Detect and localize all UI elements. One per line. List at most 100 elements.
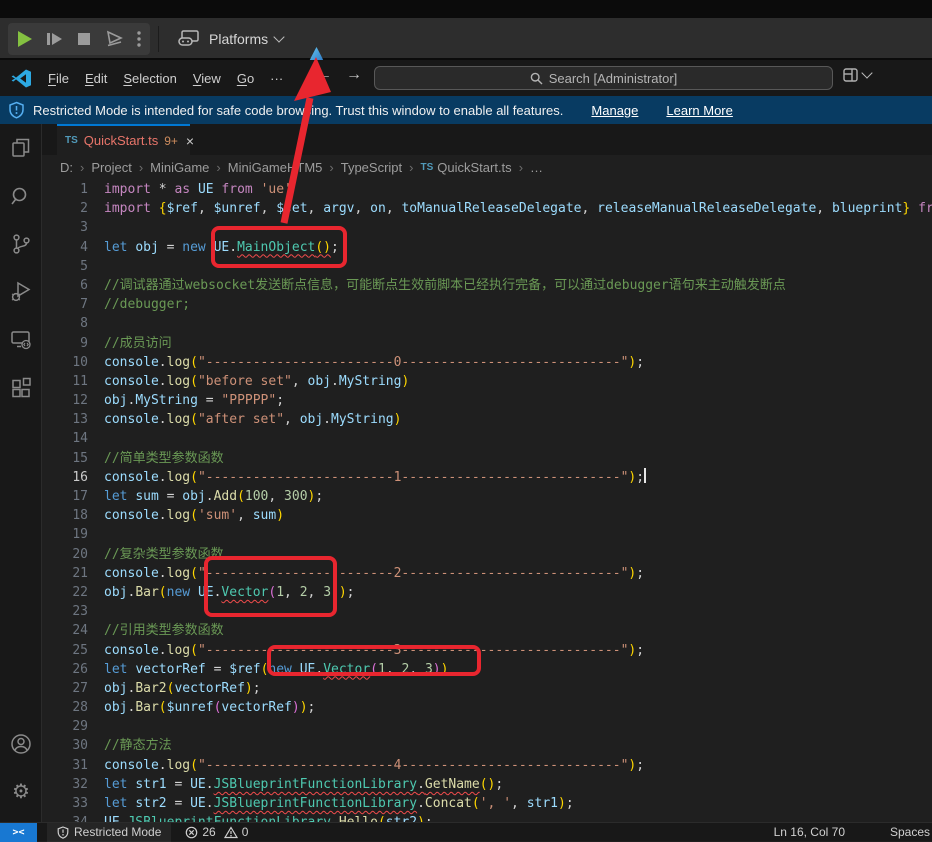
code-token: $unref bbox=[214, 201, 261, 216]
forward-arrow-icon[interactable]: → bbox=[346, 66, 362, 84]
code-editor[interactable]: 1import * as UE from 'ue'2import {$ref, … bbox=[42, 180, 932, 822]
menu-edit[interactable]: Edit bbox=[77, 67, 115, 90]
sidebar-item-remote-explorer[interactable] bbox=[0, 316, 42, 364]
remote-explorer-icon bbox=[9, 328, 33, 352]
line-col-indicator[interactable]: Ln 16, Col 70 bbox=[774, 825, 845, 839]
code-line-16: 16console.log("------------------------1… bbox=[42, 468, 932, 487]
code-token: //复杂类型参数函数 bbox=[104, 547, 224, 562]
tab-quickstart-ts[interactable]: TS QuickStart.ts 9+ × bbox=[57, 124, 190, 155]
code-token: //引用类型参数函数 bbox=[104, 623, 224, 638]
settings-button[interactable]: ⚙ bbox=[0, 768, 42, 816]
code-token: . bbox=[206, 777, 214, 792]
code-token: "------------------------4--------------… bbox=[198, 758, 628, 773]
code-token bbox=[253, 182, 261, 197]
code-token: 300 bbox=[284, 489, 307, 504]
launch-button[interactable] bbox=[104, 28, 124, 50]
breadcrumb-label: MiniGameHTM5 bbox=[228, 160, 323, 175]
sidebar-item-explorer[interactable] bbox=[0, 124, 42, 172]
code-line-27: 27obj.Bar2(vectorRef); bbox=[42, 679, 932, 698]
code-token: . bbox=[331, 815, 339, 822]
code-token: JSBlueprintFunctionLibrary bbox=[214, 796, 418, 811]
line-number: 26 bbox=[42, 660, 88, 679]
indentation-indicator[interactable]: Spaces bbox=[890, 825, 932, 839]
error-count: 26 bbox=[202, 825, 215, 839]
tab-problems-badge: 9+ bbox=[164, 134, 178, 148]
breadcrumb: D:›Project›MiniGame›MiniGameHTM5›TypeScr… bbox=[42, 155, 932, 180]
code-token: ) bbox=[558, 796, 566, 811]
code-token: "PPPPP" bbox=[221, 393, 276, 408]
command-search-input[interactable]: Search [Administrator] bbox=[374, 66, 833, 90]
problems-status[interactable]: 26 0 bbox=[185, 825, 248, 839]
code-token: //简单类型参数函数 bbox=[104, 451, 224, 466]
code-token: . bbox=[159, 470, 167, 485]
menu-selection[interactable]: Selection bbox=[115, 67, 184, 90]
platforms-label: Platforms bbox=[209, 31, 268, 47]
code-line-10: 10console.log("------------------------0… bbox=[42, 353, 932, 372]
code-token: , bbox=[198, 201, 214, 216]
restricted-mode-status[interactable]: Restricted Mode bbox=[47, 823, 171, 842]
breadcrumb-item-minigamehtm5[interactable]: MiniGameHTM5 bbox=[228, 160, 323, 175]
menu-[interactable]: ··· bbox=[262, 67, 291, 90]
code-line-32: 32let str1 = UE.JSBlueprintFunctionLibra… bbox=[42, 775, 932, 794]
breadcrumb-item-[interactable]: … bbox=[530, 160, 543, 175]
activity-bar: ⚙ bbox=[0, 124, 42, 822]
sidebar-item-search[interactable] bbox=[0, 172, 42, 220]
back-arrow-icon[interactable]: ← bbox=[316, 66, 332, 84]
more-options-button[interactable] bbox=[134, 28, 144, 50]
code-token: releaseManualReleaseDelegate bbox=[597, 201, 816, 216]
learn-more-link[interactable]: Learn More bbox=[666, 103, 732, 118]
code-token: ) bbox=[331, 585, 339, 600]
layout-customize-button[interactable] bbox=[843, 68, 871, 82]
breadcrumb-item-typescript[interactable]: TypeScript bbox=[341, 160, 402, 175]
code-token: ) bbox=[401, 374, 409, 389]
code-token: . bbox=[315, 662, 323, 677]
error-icon bbox=[185, 826, 198, 839]
code-token: . bbox=[159, 355, 167, 370]
manage-link[interactable]: Manage bbox=[591, 103, 638, 118]
remote-indicator[interactable]: >< bbox=[0, 823, 37, 842]
menu-go[interactable]: Go bbox=[229, 67, 262, 90]
code-token: "------------------------0--------------… bbox=[198, 355, 628, 370]
play-button[interactable] bbox=[14, 28, 34, 50]
breadcrumb-item-d[interactable]: D: bbox=[60, 160, 73, 175]
code-token: ( bbox=[190, 643, 198, 658]
grid-layout-icon bbox=[843, 68, 859, 82]
line-number: 13 bbox=[42, 410, 88, 429]
stop-button[interactable] bbox=[74, 28, 94, 50]
line-number: 11 bbox=[42, 372, 88, 391]
code-line-9: 9//成员访问 bbox=[42, 334, 932, 353]
code-line-25: 25console.log("------------------------3… bbox=[42, 641, 932, 660]
code-token: sum bbox=[135, 489, 158, 504]
shield-icon bbox=[57, 826, 69, 839]
code-token: , bbox=[816, 201, 832, 216]
code-token: $ref bbox=[229, 662, 260, 677]
accounts-button[interactable] bbox=[0, 720, 42, 768]
sidebar-item-source-control[interactable] bbox=[0, 220, 42, 268]
code-line-30: 30//静态方法 bbox=[42, 736, 932, 755]
sidebar-item-extensions[interactable] bbox=[0, 364, 42, 412]
skip-icon bbox=[44, 29, 64, 49]
code-token: argv bbox=[323, 201, 354, 216]
ue-play-controls bbox=[8, 23, 150, 55]
code-line-22: 22obj.Bar(new UE.Vector(1, 2, 3)); bbox=[42, 583, 932, 602]
code-token: ( bbox=[190, 355, 198, 370]
breadcrumb-item-minigame[interactable]: MiniGame bbox=[150, 160, 209, 175]
breadcrumb-item-quickstartts[interactable]: TSQuickStart.ts bbox=[420, 160, 511, 175]
code-token: , bbox=[237, 508, 253, 523]
breadcrumb-item-project[interactable]: Project bbox=[91, 160, 131, 175]
menu-view[interactable]: View bbox=[185, 67, 229, 90]
sidebar-item-run-debug[interactable] bbox=[0, 268, 42, 316]
code-token: obj bbox=[104, 393, 127, 408]
code-token: , bbox=[268, 489, 284, 504]
menu-file[interactable]: File bbox=[40, 67, 77, 90]
code-token: $set bbox=[276, 201, 307, 216]
code-token: UE bbox=[190, 777, 206, 792]
chevron-down-icon bbox=[273, 31, 284, 42]
frame-skip-button[interactable] bbox=[44, 28, 64, 50]
line-number: 19 bbox=[42, 525, 88, 544]
platforms-dropdown[interactable]: Platforms bbox=[178, 26, 283, 52]
code-line-29: 29 bbox=[42, 717, 932, 736]
code-token: ; bbox=[566, 796, 574, 811]
run-debug-icon bbox=[9, 280, 33, 304]
close-icon[interactable]: × bbox=[186, 133, 194, 149]
